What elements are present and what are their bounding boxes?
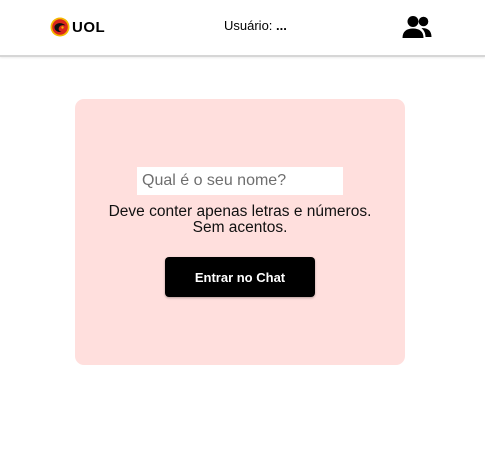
enter-chat-button[interactable]: Entrar no Chat — [165, 257, 315, 297]
uol-logo: UOL — [50, 16, 105, 38]
user-status: Usuário: ... — [224, 18, 287, 33]
name-input[interactable] — [137, 167, 343, 195]
name-hint: Deve conter apenas letras e números. Sem… — [75, 204, 405, 236]
uol-logo-icon — [50, 17, 70, 37]
participants-button[interactable] — [400, 13, 434, 41]
user-value: ... — [276, 18, 287, 33]
logo-text: UOL — [72, 18, 106, 36]
user-label: Usuário: — [224, 18, 273, 33]
hint-line-1: Deve conter apenas letras e números. — [108, 203, 372, 220]
people-group-icon — [402, 16, 432, 38]
login-card: Deve conter apenas letras e números. Sem… — [75, 99, 405, 365]
hint-line-2: Sem acentos. — [192, 219, 288, 236]
header-bar: UOL Usuário: ... — [0, 0, 485, 57]
